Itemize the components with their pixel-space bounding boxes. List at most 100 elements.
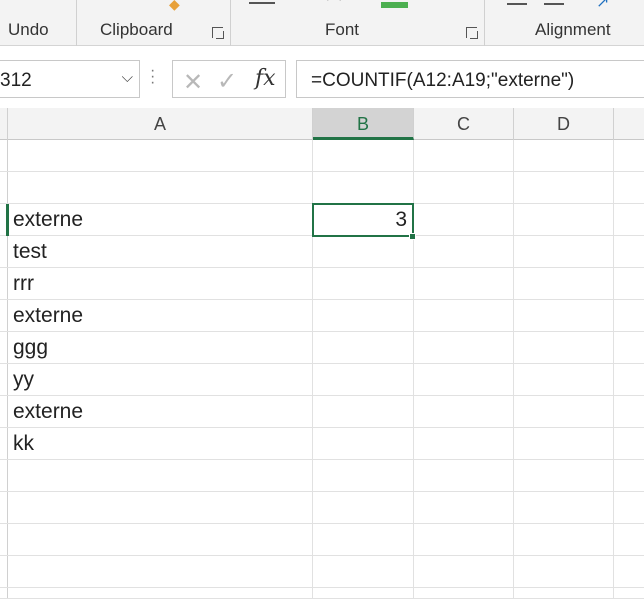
cell-e[interactable] [614,140,644,172]
cell-b[interactable] [313,364,414,396]
cell-b-active[interactable]: 3 [313,204,414,236]
cell-d[interactable] [514,364,614,396]
column-header-b[interactable]: B [313,108,414,140]
cell-b[interactable] [313,300,414,332]
cell-c[interactable] [414,300,514,332]
cell-e[interactable] [614,268,644,300]
cell-e[interactable] [614,460,644,492]
cell-a[interactable]: kk [8,428,313,460]
cell-d[interactable] [514,332,614,364]
cell-d[interactable] [514,556,614,588]
cell-d[interactable] [514,140,614,172]
select-all-corner[interactable] [0,108,8,140]
align-top-icon[interactable] [507,3,527,5]
cell-b[interactable] [313,556,414,588]
cell-c[interactable] [414,556,514,588]
column-header-a[interactable]: A [8,108,313,140]
cell-b[interactable] [313,460,414,492]
cell-a[interactable] [8,556,313,588]
column-header-c[interactable]: C [414,108,514,140]
cell-b[interactable] [313,140,414,172]
cell-d[interactable] [514,428,614,460]
cell-b[interactable] [313,524,414,556]
cell-a[interactable] [8,172,313,204]
cell-a[interactable]: externe [8,396,313,428]
cell-e[interactable] [614,204,644,236]
format-painter-icon[interactable]: ◆ [169,0,180,13]
cell-c[interactable] [414,428,514,460]
fill-handle[interactable] [409,233,416,240]
chevron-down-icon[interactable]: ⌵ [122,69,133,86]
cell-c[interactable] [414,204,514,236]
column-header-d[interactable]: D [514,108,614,140]
cell-d[interactable] [514,268,614,300]
cell-b[interactable] [313,428,414,460]
cell-d[interactable] [514,588,614,599]
cell-a[interactable]: externe [8,204,313,236]
cell-d[interactable] [514,524,614,556]
cell-c[interactable] [414,140,514,172]
cell-c[interactable] [414,524,514,556]
clipboard-dialog-launcher-icon[interactable] [212,27,224,39]
cell-e[interactable] [614,172,644,204]
cell-a[interactable] [8,492,313,524]
cell-a[interactable]: ggg [8,332,313,364]
cancel-icon[interactable]: ✕ [183,68,203,97]
cell-a[interactable] [8,140,313,172]
table-row [0,172,644,204]
cell-c[interactable] [414,236,514,268]
cell-e[interactable] [614,492,644,524]
cell-b[interactable] [313,172,414,204]
cell-b[interactable] [313,588,414,599]
border-icon[interactable] [249,2,275,4]
cell-d[interactable] [514,236,614,268]
cell-e[interactable] [614,556,644,588]
font-dialog-launcher-icon[interactable] [466,27,478,39]
cell-c[interactable] [414,588,514,599]
cell-c[interactable] [414,460,514,492]
cell-e[interactable] [614,524,644,556]
cell-e[interactable] [614,332,644,364]
cell-b[interactable] [313,332,414,364]
cell-a[interactable]: yy [8,364,313,396]
cell-e[interactable] [614,300,644,332]
cell-a[interactable] [8,588,313,599]
fill-color-icon[interactable]: ⌒ [327,0,341,14]
cell-e[interactable] [614,396,644,428]
cell-d[interactable] [514,300,614,332]
cell-b[interactable] [313,492,414,524]
cell-a[interactable]: rrr [8,268,313,300]
more-options-icon[interactable]: · · · [150,63,155,91]
cell-a[interactable]: externe [8,300,313,332]
name-box[interactable]: 312 ⌵ [0,60,140,98]
enter-icon[interactable]: ✓ [217,67,237,96]
cell-c[interactable] [414,492,514,524]
cell-d[interactable] [514,460,614,492]
cell-e[interactable] [614,236,644,268]
insert-function-icon[interactable]: fx [255,66,276,91]
column-header-e[interactable] [614,108,644,140]
cell-c[interactable] [414,268,514,300]
cell-c[interactable] [414,396,514,428]
cell-b[interactable] [313,236,414,268]
cell-b[interactable] [313,396,414,428]
cell-e[interactable] [614,364,644,396]
orientation-icon[interactable]: ↗ [596,0,609,12]
cell-d[interactable] [514,492,614,524]
cell-d[interactable] [514,396,614,428]
cell-d[interactable] [514,204,614,236]
cell-d[interactable] [514,172,614,204]
cell-c[interactable] [414,172,514,204]
cell-a[interactable]: test [8,236,313,268]
align-middle-icon[interactable] [544,3,564,5]
ribbon-group-label-undo: Undo [8,20,49,39]
cell-e[interactable] [614,588,644,599]
cell-e[interactable] [614,428,644,460]
cell-b[interactable] [313,268,414,300]
formula-input[interactable]: =COUNTIF(A12:A19;"externe") [296,60,644,98]
cell-c[interactable] [414,364,514,396]
cell-a[interactable] [8,460,313,492]
cell-a[interactable] [8,524,313,556]
cell-c[interactable] [414,332,514,364]
font-color-icon[interactable] [381,2,408,8]
